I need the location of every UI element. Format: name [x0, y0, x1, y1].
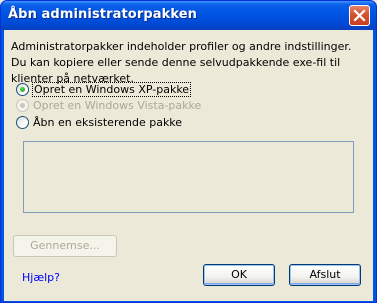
window-title: Åbn administratorpakken	[8, 7, 198, 22]
package-path-box	[23, 141, 354, 213]
title-bar[interactable]: Åbn administratorpakken	[1, 1, 376, 30]
ok-button[interactable]: OK	[203, 264, 275, 286]
radio-open-existing[interactable]	[16, 115, 29, 129]
dialog-window: Åbn administratorpakken Administratorpak…	[0, 0, 377, 303]
radio-xp[interactable]	[16, 82, 29, 96]
help-link[interactable]: Hjælp?	[22, 271, 60, 284]
description-text: Administratorpakker indeholder profiler …	[11, 40, 352, 85]
close-icon	[353, 9, 366, 22]
browse-button: Gennemse...	[13, 235, 117, 257]
dialog-body: Administratorpakker indeholder profiler …	[4, 30, 373, 301]
option-create-vista: Opret en Windows Vista-pakke	[16, 97, 201, 113]
option-open-existing-label: Åbn en eksisterende pakke	[33, 115, 183, 129]
cancel-button[interactable]: Afslut	[289, 264, 361, 286]
close-button[interactable]	[349, 5, 370, 26]
option-open-existing[interactable]: Åbn en eksisterende pakke	[16, 114, 182, 130]
option-create-xp[interactable]: Opret en Windows XP-pakke	[16, 81, 192, 97]
radio-vista	[16, 98, 29, 112]
option-create-vista-label: Opret en Windows Vista-pakke	[33, 98, 202, 112]
option-create-xp-label: Opret en Windows XP-pakke	[31, 81, 192, 97]
